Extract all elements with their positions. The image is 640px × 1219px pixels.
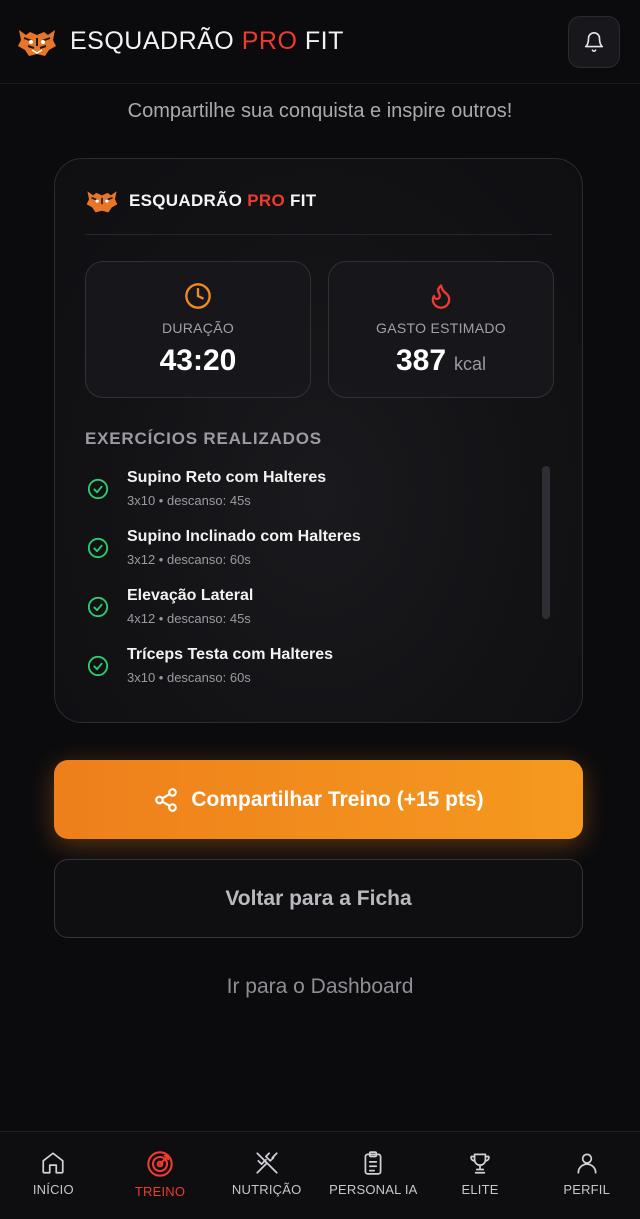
exercise-item: Elevação Lateral 4x12 • descanso: 45s	[85, 583, 525, 642]
calories-unit: kcal	[454, 354, 487, 374]
trophy-icon	[470, 1153, 490, 1174]
workout-summary-card: ESQUADRÃO PRO FIT DURAÇÃO 43:20 GASTO ES…	[54, 158, 583, 723]
share-workout-button[interactable]: Compartilhar Treino (+15 pts)	[54, 760, 583, 839]
exercise-list-scrollbar[interactable]	[542, 466, 550, 619]
exercises-section-title: EXERCÍCIOS REALIZADOS	[85, 429, 322, 448]
nav-label: TREINO	[134, 1184, 186, 1199]
exercise-name: Elevação Lateral	[127, 587, 254, 604]
card-brand: ESQUADRÃO PRO FIT	[85, 187, 552, 235]
clipboard-icon	[364, 1151, 382, 1175]
calories-value-row: 387 kcal	[329, 344, 553, 378]
home-icon	[42, 1152, 64, 1174]
tiger-logo-icon	[16, 26, 58, 58]
check-circle-icon	[87, 478, 109, 500]
share-icon	[155, 787, 178, 812]
calories-value: 387	[395, 344, 447, 377]
back-to-sheet-label: Voltar para a Ficha	[225, 886, 412, 910]
exercise-meta: 3x10 • descanso: 60s	[127, 670, 251, 685]
user-icon	[577, 1153, 597, 1174]
nav-item-perfil[interactable]: PERFIL	[533, 1132, 640, 1219]
exercise-item: Supino Reto com Halteres 3x10 • descanso…	[85, 465, 525, 524]
duration-value: 43:20	[159, 344, 237, 377]
exercise-list[interactable]: Supino Reto com Halteres 3x10 • descanso…	[85, 465, 525, 701]
exercise-name: Supino Inclinado com Halteres	[127, 528, 361, 545]
brand-name: ESQUADRÃO PRO FIT	[70, 27, 344, 56]
exercise-name: Supino Reto com Halteres	[127, 469, 327, 486]
back-to-sheet-button[interactable]: Voltar para a Ficha	[54, 859, 583, 938]
target-icon	[147, 1151, 173, 1177]
card-brand-name: ESQUADRÃO PRO FIT	[129, 191, 316, 211]
brand-part-pro: PRO	[241, 27, 298, 55]
nav-item-nutricao[interactable]: NUTRIÇÃO	[213, 1132, 320, 1219]
notifications-button[interactable]	[568, 15, 620, 68]
bell-icon	[584, 31, 604, 52]
nav-item-elite[interactable]: ELITE	[427, 1132, 534, 1219]
go-to-dashboard-link[interactable]: Ir para o Dashboard	[0, 975, 640, 999]
card-brand-part-a: ESQUADRÃO	[129, 190, 243, 210]
app-header: ESQUADRÃO PRO FIT	[0, 0, 640, 84]
check-circle-icon	[87, 655, 109, 677]
page-subtitle: Compartilhe sua conquista e inspire outr…	[127, 100, 513, 122]
exercise-meta: 3x10 • descanso: 45s	[127, 493, 251, 508]
nav-item-inicio[interactable]: INÍCIO	[0, 1132, 107, 1219]
calories-label: GASTO ESTIMADO	[376, 320, 506, 336]
utensils-icon	[256, 1152, 278, 1174]
exercise-item: Supino Inclinado com Halteres 3x12 • des…	[85, 524, 525, 583]
nav-label: INÍCIO	[32, 1182, 74, 1197]
tiger-logo-icon	[86, 190, 118, 212]
calories-stat: GASTO ESTIMADO 387 kcal	[328, 261, 554, 398]
check-circle-icon	[87, 596, 109, 618]
nav-item-treino[interactable]: TREINO	[107, 1132, 214, 1219]
nav-label: NUTRIÇÃO	[231, 1182, 302, 1197]
brand[interactable]: ESQUADRÃO PRO FIT	[16, 26, 344, 58]
nav-label: PERFIL	[563, 1182, 611, 1197]
duration-label: DURAÇÃO	[161, 320, 235, 336]
brand-part-a: ESQUADRÃO	[70, 27, 235, 55]
card-brand-part-pro: PRO	[247, 190, 285, 210]
nav-item-personal-ia[interactable]: PERSONAL IA	[320, 1132, 427, 1219]
flame-icon	[329, 282, 553, 310]
exercise-meta: 4x12 • descanso: 45s	[127, 611, 251, 626]
check-circle-icon	[87, 537, 109, 559]
bottom-navigation: INÍCIO TREINO NUTRIÇÃO PERSONAL IA ELITE…	[0, 1131, 640, 1219]
exercise-name: Tríceps Testa com Halteres	[127, 646, 334, 663]
exercise-meta: 3x12 • descanso: 60s	[127, 552, 251, 567]
nav-label: ELITE	[461, 1182, 499, 1197]
card-brand-part-b: FIT	[290, 190, 317, 210]
brand-part-b: FIT	[304, 27, 344, 55]
nav-label: PERSONAL IA	[329, 1182, 418, 1197]
duration-stat: DURAÇÃO 43:20	[85, 261, 311, 398]
share-workout-label: Compartilhar Treino (+15 pts)	[191, 787, 484, 811]
clock-icon	[86, 282, 310, 310]
exercise-item: Tríceps Testa com Halteres 3x10 • descan…	[85, 642, 525, 701]
